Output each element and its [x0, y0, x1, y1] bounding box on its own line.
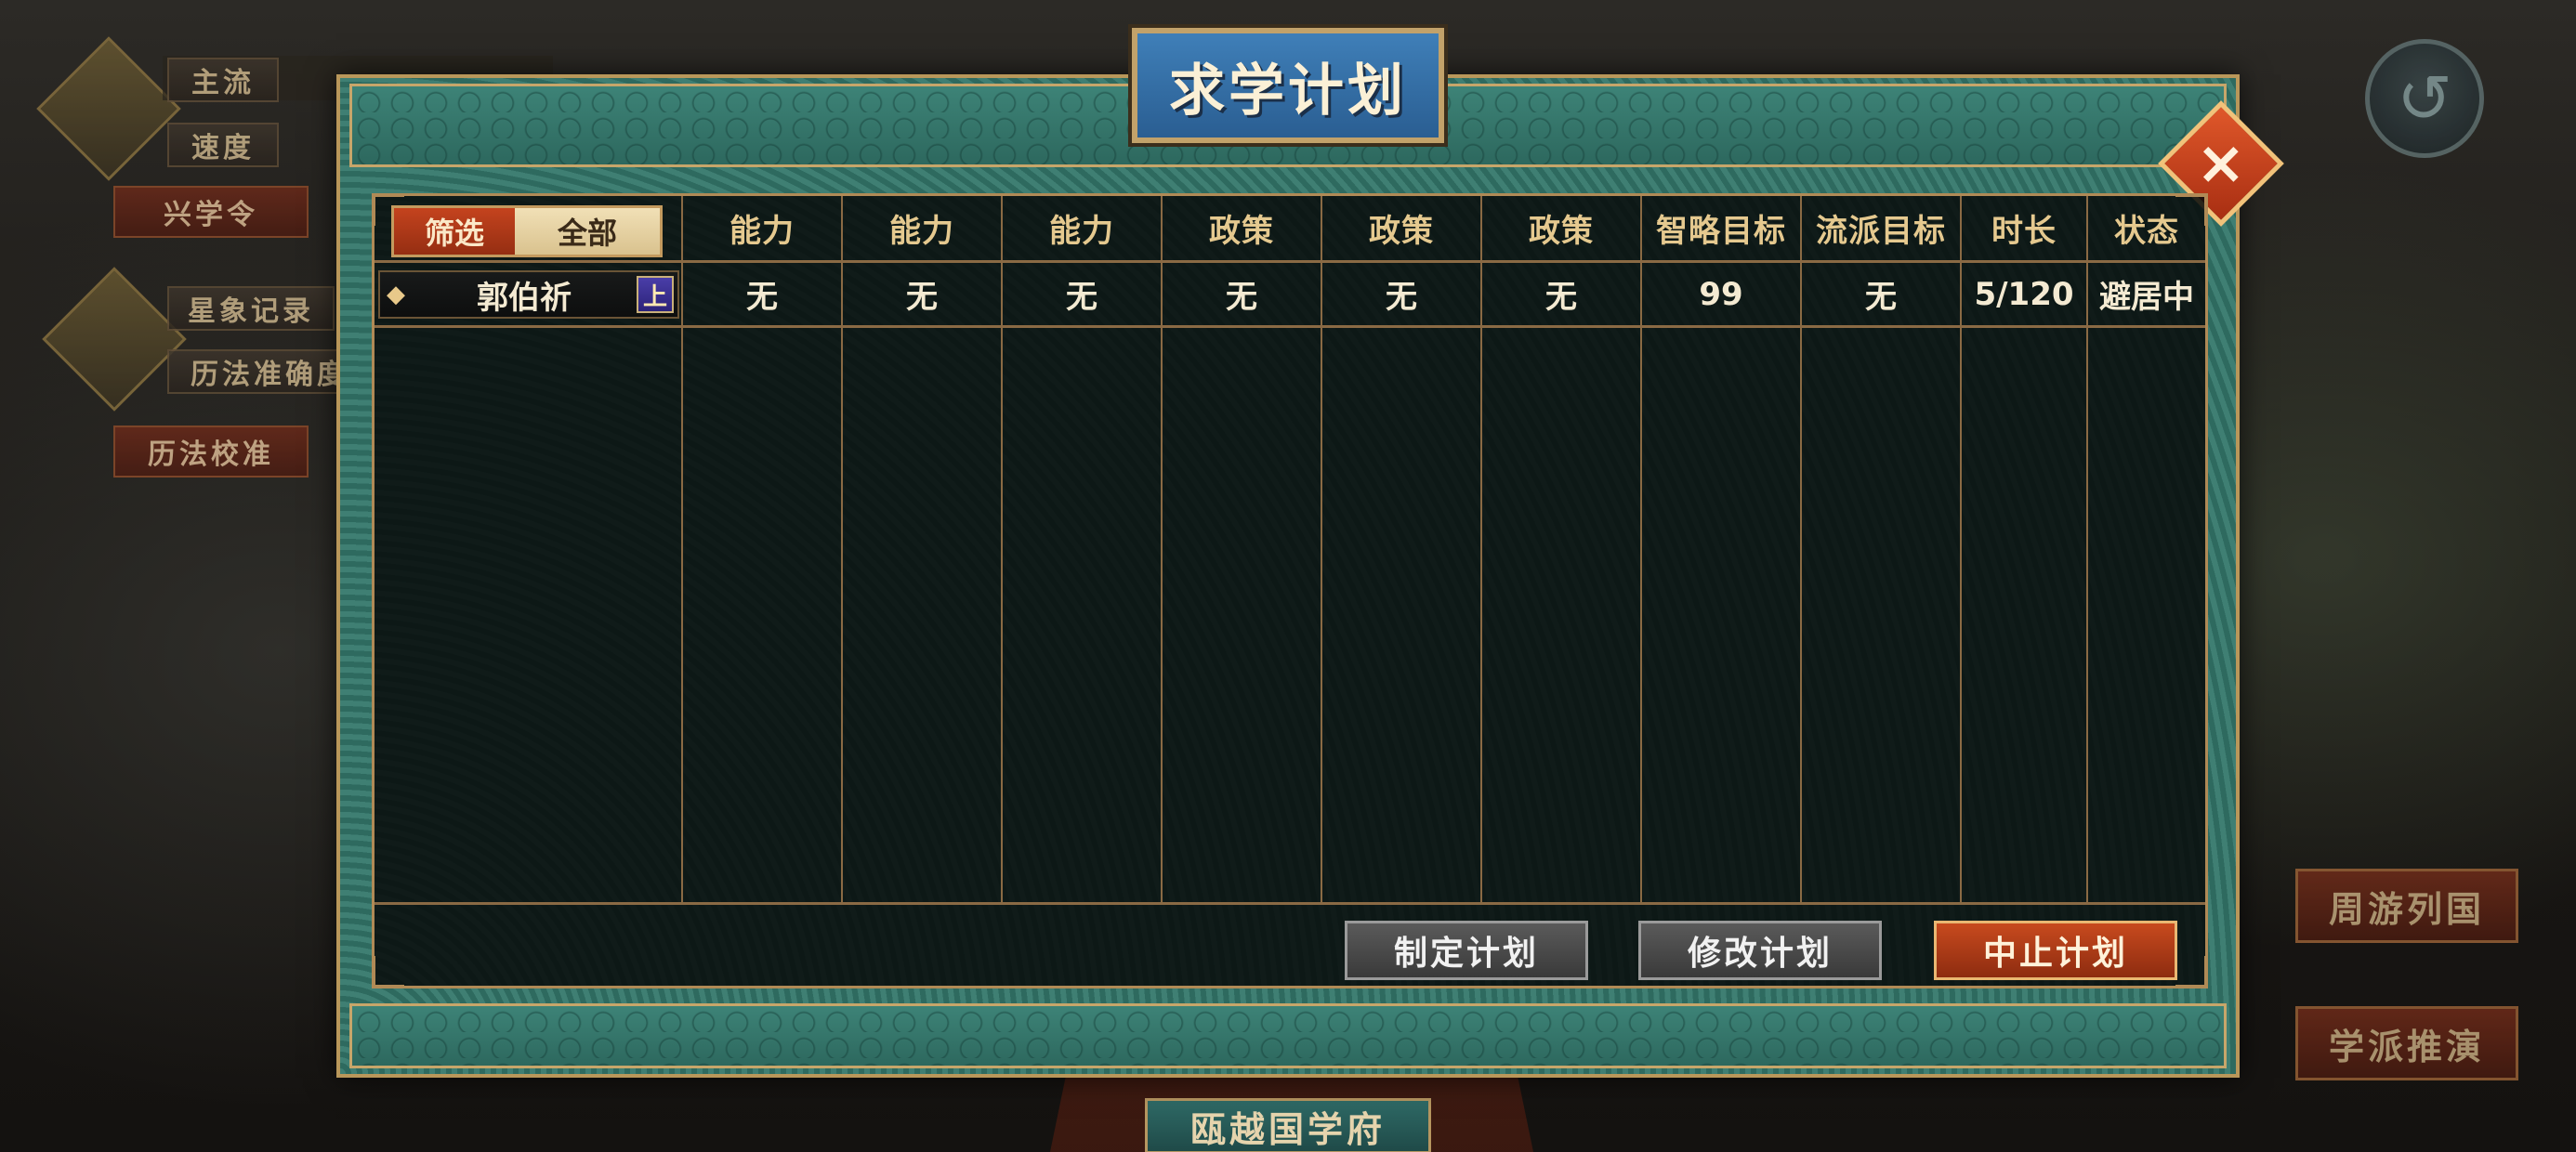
header-ability-3: 能力 [1049, 213, 1114, 250]
cell-status: 避居中 [2099, 279, 2194, 316]
table-footer-divider [375, 902, 2205, 905]
cell-policy-1: 无 [1226, 279, 1257, 316]
header-ability-1: 能力 [729, 213, 795, 250]
filter-label: 筛选 [394, 208, 515, 255]
diamond-icon: ◆ [387, 281, 405, 308]
cell-policy-3: 无 [1545, 279, 1577, 316]
row-person-name: 郭伯祈 [477, 279, 572, 317]
side-item-speed[interactable]: 速度 [167, 123, 279, 167]
side-item-star-record[interactable]: 星象记录 [167, 286, 335, 331]
table-header-row: 筛选 全部 能力 能力 能力 政策 政策 政策 智略目标 流派目标 时长 状态 [375, 196, 2205, 263]
cell-ability-3: 无 [1066, 279, 1097, 316]
cell-duration: 5/120 [1974, 275, 2074, 313]
travel-button[interactable]: 周游列国 [2295, 869, 2518, 943]
plan-table: 筛选 全部 能力 能力 能力 政策 政策 政策 智略目标 流派目标 时长 状态 … [375, 196, 2205, 902]
cell-policy-2: 无 [1386, 279, 1417, 316]
header-strategy-target: 智略目标 [1656, 213, 1786, 250]
back-button[interactable]: ↺ [2365, 39, 2484, 158]
modify-plan-button[interactable]: 修改计划 [1638, 921, 1882, 980]
academy-tag[interactable]: 瓯越国学府 [1145, 1098, 1431, 1152]
filter-toggle[interactable]: 筛选 全部 [391, 205, 663, 257]
corner-ornament [373, 956, 404, 988]
header-policy-3: 政策 [1529, 213, 1594, 250]
cell-school-target: 无 [1865, 279, 1897, 316]
table-row[interactable]: ◆ 郭伯祈 上 无 无 无 无 无 无 99 无 5/120 避居中 [375, 263, 2205, 328]
corner-ornament [2175, 956, 2207, 988]
cell-strategy-target: 99 [1699, 275, 1743, 313]
header-policy-1: 政策 [1209, 213, 1274, 250]
dialog-title-plate: 求学计划 [1128, 24, 1448, 147]
header-duration: 时长 [1991, 213, 2057, 250]
side-item-xingxueling[interactable]: 兴学令 [113, 186, 309, 238]
dialog-title: 求学计划 [1169, 58, 1407, 124]
row-name-cell[interactable]: ◆ 郭伯祈 上 [378, 270, 679, 319]
header-policy-2: 政策 [1369, 213, 1434, 250]
side-item-mainstream[interactable]: 主流 [167, 58, 279, 102]
header-ability-2: 能力 [889, 213, 954, 250]
header-school-target: 流派目标 [1816, 213, 1946, 250]
filter-value: 全部 [515, 208, 660, 255]
create-plan-button[interactable]: 制定计划 [1345, 921, 1588, 980]
header-status: 状态 [2114, 213, 2179, 250]
close-icon: × [2196, 129, 2246, 198]
stop-plan-button[interactable]: 中止计划 [1934, 921, 2177, 980]
cell-ability-1: 无 [746, 279, 778, 316]
cell-ability-2: 无 [906, 279, 938, 316]
rank-badge: 上 [637, 276, 674, 313]
dialog-bottom-band [349, 1003, 2227, 1068]
school-deduction-button[interactable]: 学派推演 [2295, 1006, 2518, 1080]
side-item-calendar-calibrate[interactable]: 历法校准 [113, 425, 309, 478]
back-arrow-icon: ↺ [2396, 59, 2453, 137]
plan-panel: 筛选 全部 能力 能力 能力 政策 政策 政策 智略目标 流派目标 时长 状态 … [372, 193, 2208, 988]
